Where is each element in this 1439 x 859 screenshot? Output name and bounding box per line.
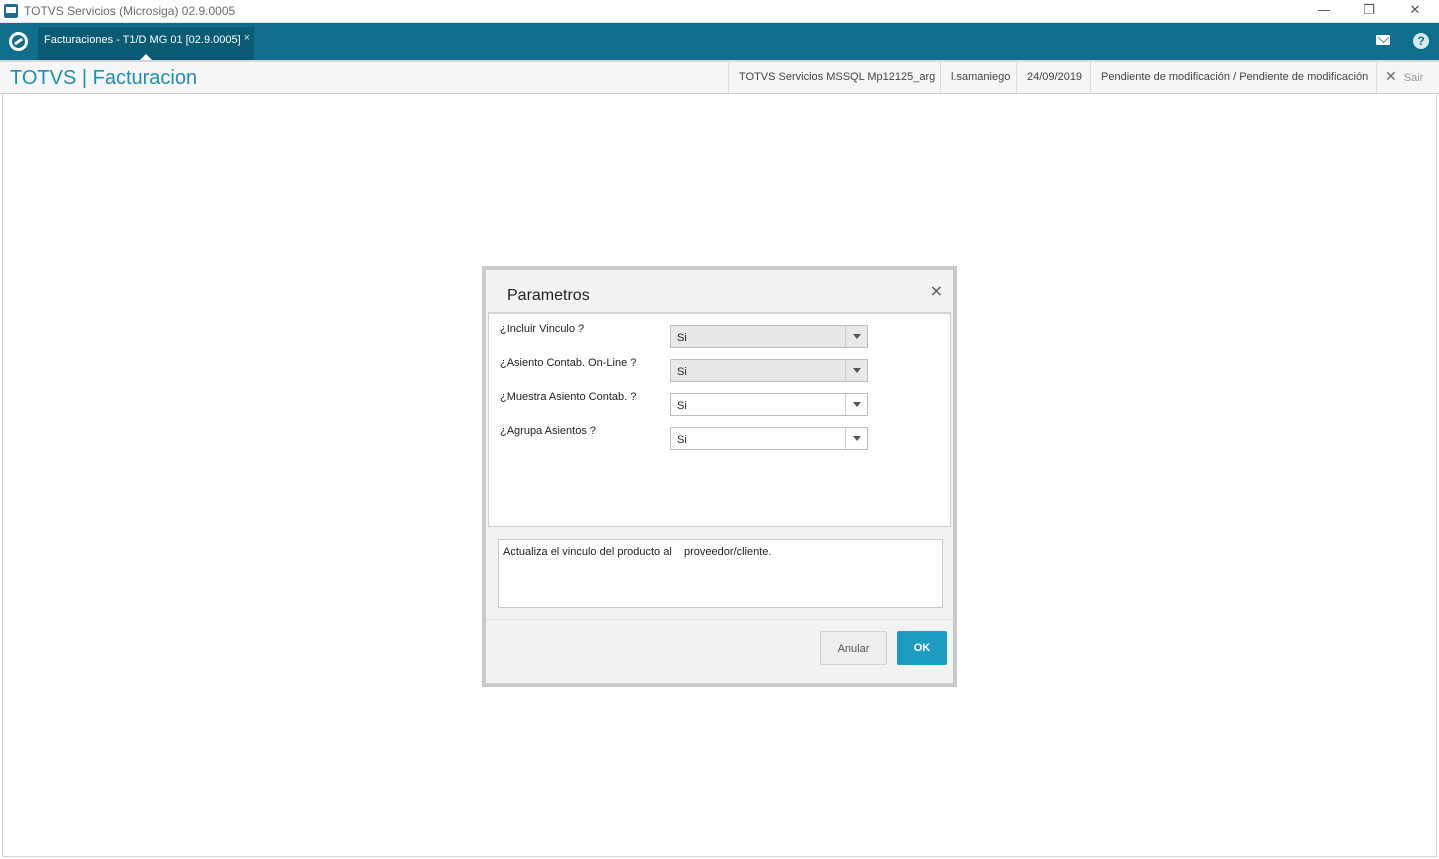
param-select-incluir-vinculo[interactable]: Si xyxy=(670,325,868,348)
param-label-agrupa-asientos: ¿Agrupa Asientos ? xyxy=(500,425,597,437)
tab-label: Facturaciones - T1/D MG 01 [02.9.0005] xyxy=(44,34,241,46)
select-value: Si xyxy=(677,366,687,378)
help-icon[interactable]: ? xyxy=(1413,33,1429,49)
param-label-muestra-asiento: ¿Muestra Asiento Contab. ? xyxy=(500,391,637,403)
totvs-logo-icon[interactable] xyxy=(9,32,28,51)
tab-close-icon[interactable]: × xyxy=(244,32,250,44)
page-title: TOTVS | Facturacion xyxy=(10,67,198,89)
close-icon: ✕ xyxy=(1385,69,1397,85)
tab-facturaciones[interactable]: Facturaciones - T1/D MG 01 [02.9.0005] × xyxy=(38,27,254,60)
restore-button[interactable]: ❐ xyxy=(1354,2,1384,20)
chevron-down-icon[interactable] xyxy=(845,428,867,449)
param-label-asiento-online: ¿Asiento Contab. On-Line ? xyxy=(500,357,637,369)
chevron-down-icon[interactable] xyxy=(845,360,867,381)
exit-button[interactable]: ✕ Sair xyxy=(1376,62,1439,93)
chevron-down-icon[interactable] xyxy=(845,394,867,415)
environment-info: TOTVS Servicios MSSQL Mp12125_arg xyxy=(728,62,945,93)
dialog-close-icon[interactable]: × xyxy=(930,281,943,300)
param-select-asiento-online[interactable]: Si xyxy=(670,359,868,382)
mail-icon[interactable] xyxy=(1376,35,1390,45)
parameter-help-text: Actualiza el vinculo del producto al pro… xyxy=(498,539,943,608)
select-value: Si xyxy=(677,332,687,344)
app-header: TOTVS | Facturacion TOTVS Servicios MSSQ… xyxy=(0,60,1439,94)
param-select-muestra-asiento[interactable]: Si xyxy=(670,393,868,416)
ok-button[interactable]: OK xyxy=(897,631,947,665)
parameters-panel: ¿Incluir Vinculo ? Si ¿Asiento Contab. O… xyxy=(488,312,951,527)
dialog-title: Parametros xyxy=(507,287,590,304)
minimize-button[interactable]: — xyxy=(1309,2,1339,20)
status-info: Pendiente de modificación / Pendiente de… xyxy=(1090,62,1378,93)
app-tabbar: Facturaciones - T1/D MG 01 [02.9.0005] ×… xyxy=(0,23,1439,60)
exit-label: Sair xyxy=(1403,72,1424,84)
window-titlebar: TOTVS Servicios (Microsiga) 02.9.0005 — … xyxy=(0,0,1439,23)
dialog-body: Parametros × ¿Incluir Vinculo ? Si ¿Asie… xyxy=(486,270,953,683)
param-select-agrupa-asientos[interactable]: Si xyxy=(670,427,868,450)
app-window-icon xyxy=(4,4,18,18)
select-value: Si xyxy=(677,400,687,412)
user-info: l.samaniego xyxy=(940,62,1020,93)
select-value: Si xyxy=(677,434,687,446)
dialog-footer-divider xyxy=(486,619,953,620)
param-label-incluir-vinculo: ¿Incluir Vinculo ? xyxy=(500,323,585,335)
cancel-button[interactable]: Anular xyxy=(820,631,887,665)
date-info: 24/09/2019 xyxy=(1016,62,1092,93)
parameters-dialog: Parametros × ¿Incluir Vinculo ? Si ¿Asie… xyxy=(482,266,957,687)
chevron-down-icon[interactable] xyxy=(845,326,867,347)
window-title: TOTVS Servicios (Microsiga) 02.9.0005 xyxy=(24,4,236,18)
close-window-button[interactable]: ✕ xyxy=(1400,2,1430,20)
